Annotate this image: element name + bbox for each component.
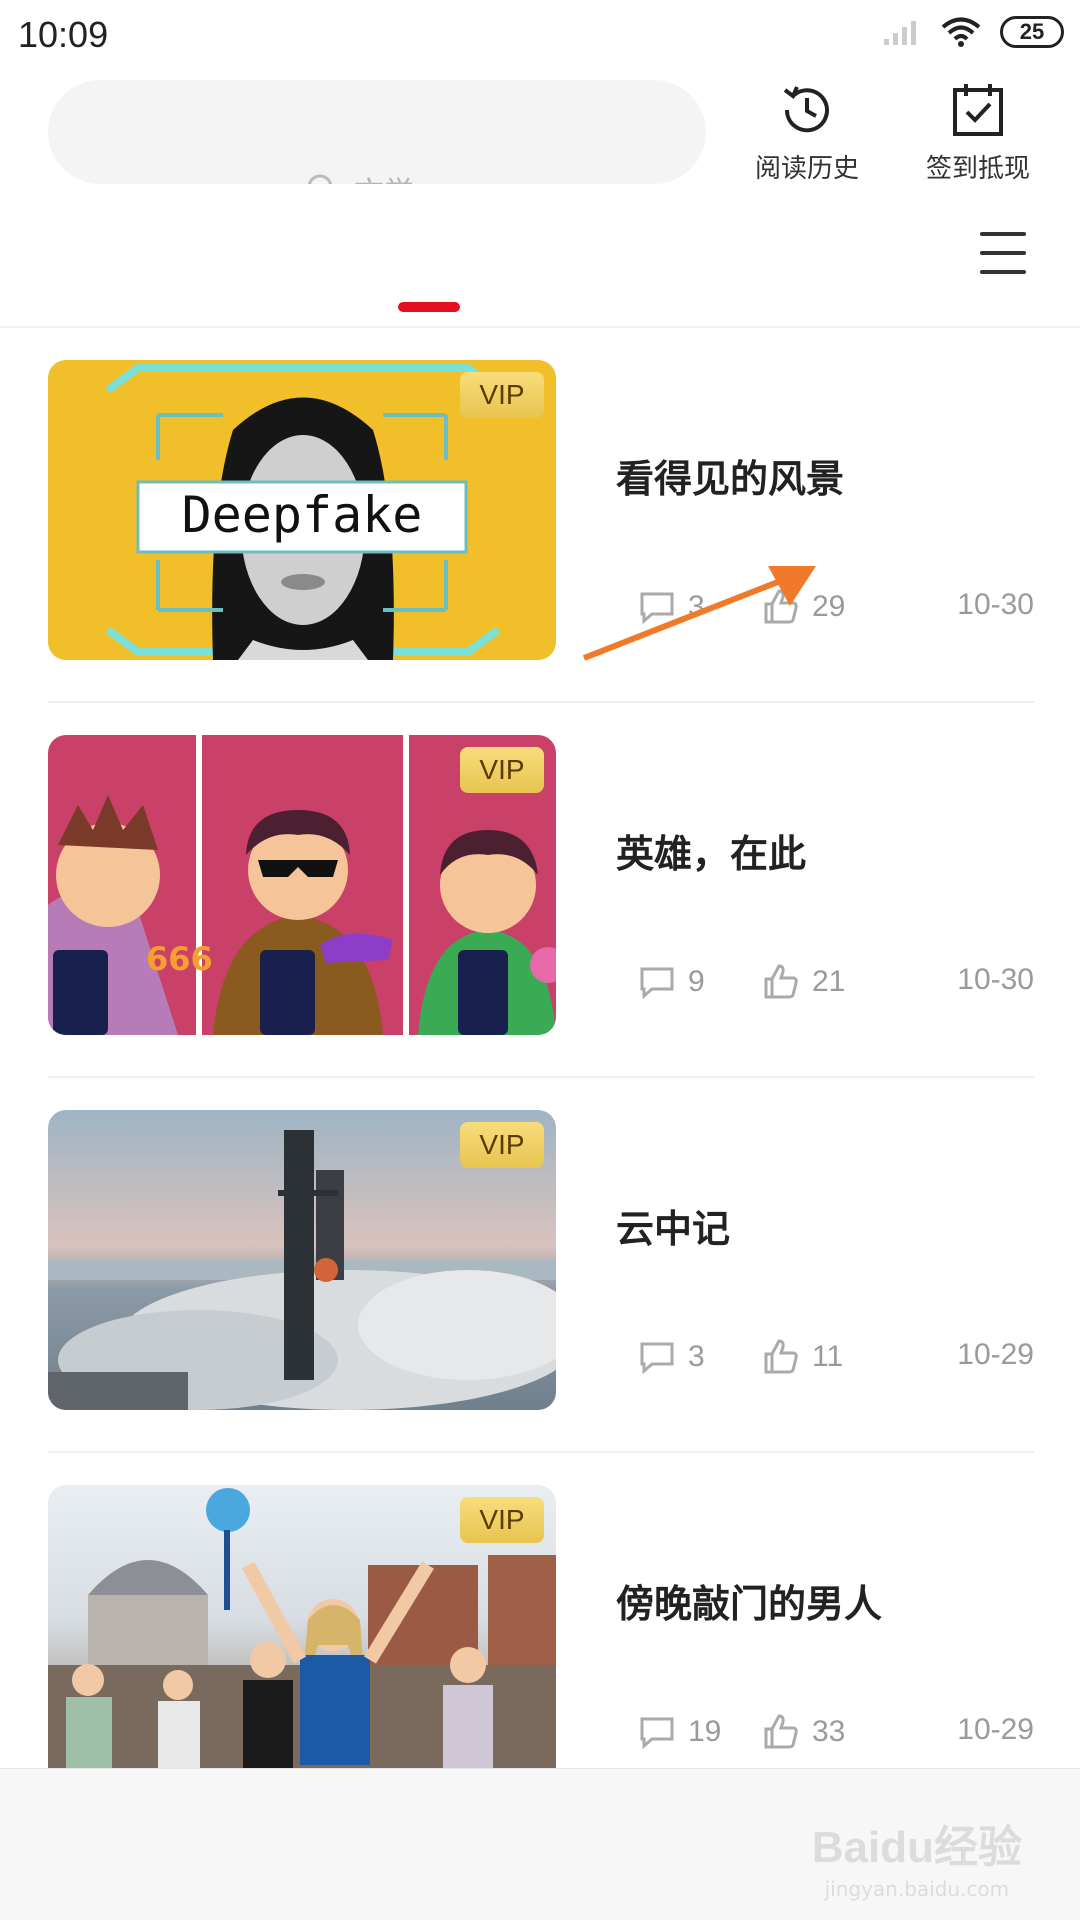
article-date: 10-30: [957, 963, 1034, 996]
calendar-check-icon: [953, 84, 1003, 136]
article-thumbnail: Deepfake VIP: [48, 360, 556, 660]
article-title[interactable]: 看得见的风景: [616, 448, 844, 503]
like-count-value: 11: [812, 1340, 844, 1373]
article-thumbnail: VIP: [48, 1110, 556, 1410]
checkin-label: 签到抵现: [925, 154, 1030, 184]
article-date: 10-29: [957, 1338, 1034, 1371]
comment-count-value: 19: [688, 1715, 722, 1748]
status-icons: 25: [882, 16, 1064, 48]
article-card[interactable]: VIP 云中记 3 11 10-29: [48, 1078, 1034, 1453]
vip-badge: VIP: [460, 1122, 544, 1168]
comment-icon: [640, 967, 674, 1000]
comment-icon: [640, 1717, 674, 1750]
article-feed: Deepfake VIP 看得见的风景 3 29 10-30 666 VIP 英…: [48, 328, 1034, 1828]
search-placeholder: 文学: [354, 168, 414, 184]
article-title[interactable]: 英雄，在此: [616, 823, 806, 878]
search-icon: [307, 174, 333, 184]
like-count[interactable]: 33: [762, 1713, 845, 1751]
status-bar: 10:09 25: [0, 0, 1080, 72]
like-count-value: 21: [812, 965, 846, 998]
thumb-caption: Deepfake: [182, 486, 423, 544]
menu-icon[interactable]: [980, 232, 1026, 276]
like-count-value: 33: [812, 1715, 846, 1748]
article-date: 10-29: [957, 1713, 1034, 1746]
thumbs-up-icon: [764, 964, 798, 999]
active-tab-indicator: [398, 302, 460, 312]
search-placeholder-row: 文学: [306, 168, 414, 184]
thumbs-up-icon: [764, 1339, 798, 1374]
article-thumbnail: 666 VIP: [48, 735, 556, 1035]
comment-count: 9: [638, 963, 705, 1001]
bottom-navigation-bar: Baidu经验 jingyan.baidu.com: [0, 1768, 1080, 1920]
article-card[interactable]: Deepfake VIP 看得见的风景 3 29 10-30: [48, 328, 1034, 703]
comment-count-value: 9: [688, 965, 705, 998]
history-clock-icon: [783, 86, 829, 133]
article-card[interactable]: 666 VIP 英雄，在此 9 21 10-30: [48, 703, 1034, 1078]
comment-icon: [640, 1342, 674, 1375]
comment-count: 19: [638, 1713, 721, 1751]
baidu-jingyan-watermark: Baidu经验 jingyan.baidu.com: [812, 1811, 1022, 1901]
thumbs-up-icon: [764, 1714, 798, 1749]
watermark-url: jingyan.baidu.com: [824, 1877, 1010, 1901]
comment-count-value: 3: [688, 1340, 705, 1373]
article-meta: 19 33 10-29: [590, 1713, 1034, 1753]
thumb-caption: 666: [146, 940, 213, 978]
watermark-brand: Baidu经验: [811, 1823, 1022, 1872]
like-count[interactable]: 21: [762, 963, 845, 1001]
article-meta: 9 21 10-30: [590, 963, 1034, 1003]
status-time: 10:09: [18, 14, 109, 55]
battery-level: 25: [1019, 19, 1045, 44]
article-date: 10-30: [957, 588, 1034, 621]
reading-history-label: 阅读历史: [754, 154, 859, 184]
vip-badge: VIP: [460, 1497, 544, 1543]
annotation-arrow: [582, 566, 816, 661]
category-tab-bar: [0, 190, 1080, 328]
signal-icon: [884, 21, 916, 45]
article-thumbnail: VIP: [48, 1485, 556, 1785]
article-title[interactable]: 云中记: [616, 1198, 730, 1253]
like-count[interactable]: 11: [762, 1338, 843, 1376]
article-meta: 3 11 10-29: [590, 1338, 1034, 1378]
comment-count: 3: [638, 1338, 705, 1376]
checkin-button[interactable]: 签到抵现: [903, 80, 1053, 185]
reading-history-button[interactable]: 阅读历史: [732, 80, 882, 185]
vip-badge: VIP: [460, 747, 544, 793]
wifi-icon: [941, 17, 981, 47]
article-title[interactable]: 傍晚敲门的男人: [616, 1573, 882, 1628]
battery-indicator: 25: [1000, 16, 1064, 48]
vip-badge: VIP: [460, 372, 544, 418]
search-input[interactable]: 文学: [48, 80, 706, 184]
